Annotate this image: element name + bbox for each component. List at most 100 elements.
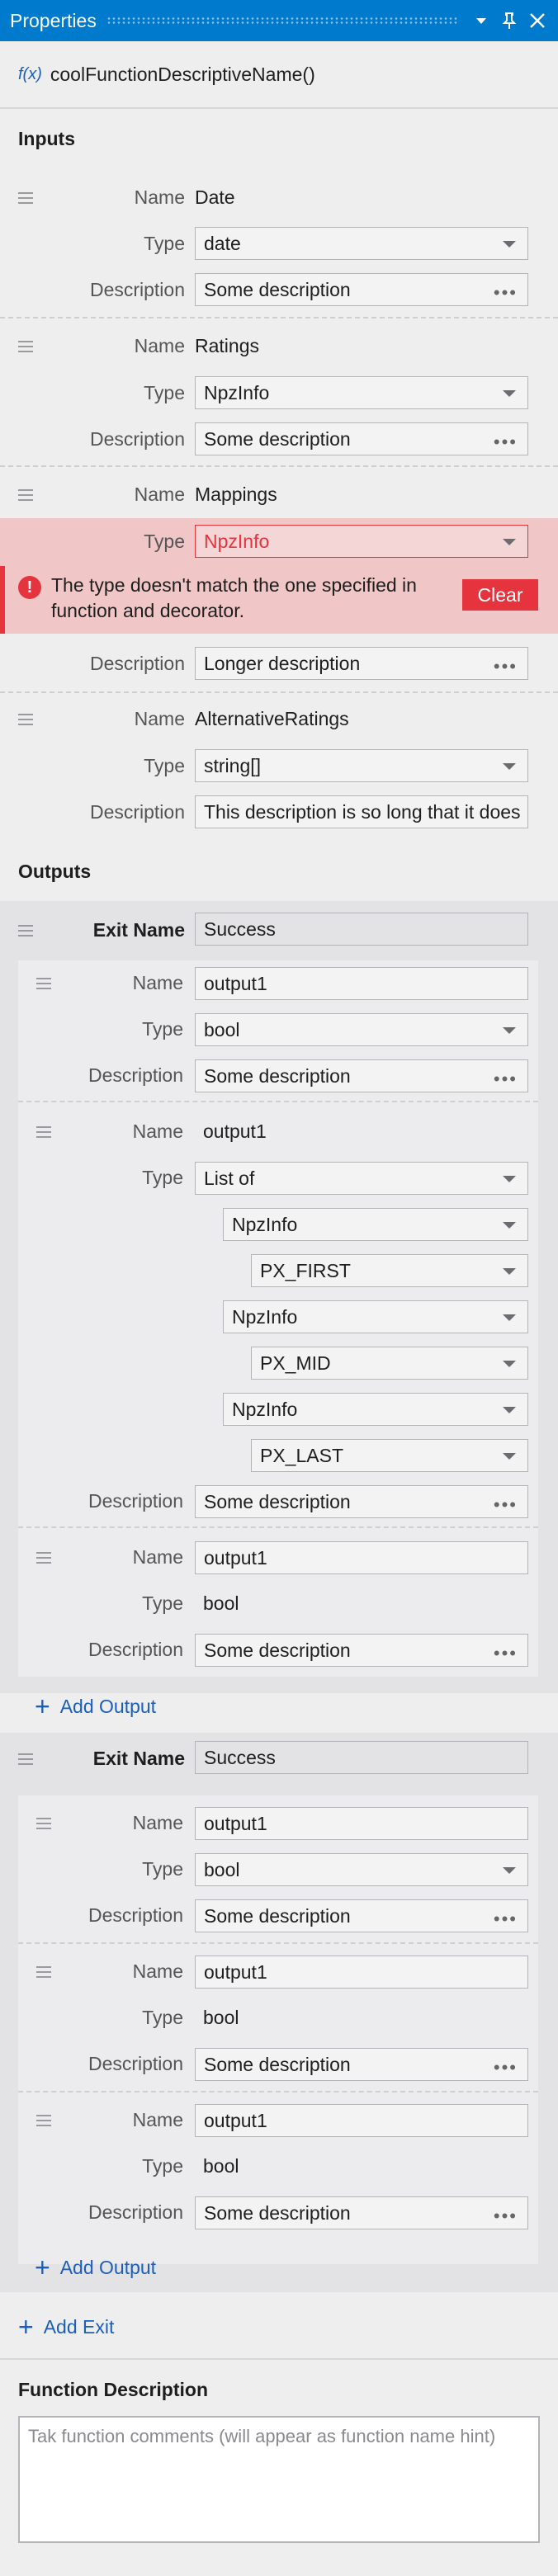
error-message: The type doesn't match the one specified… <box>51 574 417 621</box>
inputs-heading: Inputs <box>18 127 75 149</box>
function-description-textarea[interactable]: Tak function comments (will appear as fu… <box>18 2416 540 2543</box>
chevron-down-icon <box>503 1314 516 1321</box>
type-select-error[interactable]: NpzInfo <box>195 525 528 558</box>
plus-icon: + <box>35 2253 50 2282</box>
chevron-down-icon <box>503 763 516 770</box>
titlebar-grip[interactable] <box>106 17 457 25</box>
name-label: Name <box>132 1546 183 1568</box>
function-signature: f(x) coolFunctionDescriptiveName() <box>0 41 558 109</box>
exit-name-field[interactable]: Success <box>195 1741 528 1774</box>
output-name[interactable]: output1 <box>203 1121 267 1143</box>
drag-handle-icon[interactable] <box>36 1552 51 1564</box>
output-name-field[interactable]: output1 <box>195 967 528 1000</box>
description-field[interactable]: This description is so long that it does <box>195 795 528 828</box>
drag-handle-icon[interactable] <box>18 925 33 937</box>
input-name[interactable]: AlternativeRatings <box>195 708 349 730</box>
dropdown-arrow-icon[interactable] <box>467 7 495 35</box>
name-label: Name <box>134 186 185 208</box>
description-label: Description <box>87 1490 183 1512</box>
drag-handle-icon[interactable] <box>18 192 33 204</box>
drag-handle-icon[interactable] <box>18 1753 33 1765</box>
type-select[interactable]: NpzInfo <box>195 376 528 409</box>
description-field[interactable]: Some description ••• <box>195 1899 528 1932</box>
description-field[interactable]: Some description ••• <box>195 1634 528 1667</box>
plus-icon: + <box>18 2312 34 2342</box>
output-name-field[interactable]: output1 <box>195 1807 528 1840</box>
description-field[interactable]: Some description ••• <box>195 2196 528 2229</box>
type-select[interactable]: date <box>195 227 528 260</box>
output-type: bool <box>203 1592 239 1614</box>
more-icon[interactable]: ••• <box>494 1069 518 1090</box>
more-icon[interactable]: ••• <box>494 282 518 304</box>
more-icon[interactable]: ••• <box>494 2206 518 2227</box>
chevron-down-icon <box>503 539 516 545</box>
list-item-value-select[interactable]: PX_MID <box>251 1347 528 1380</box>
type-label: Type <box>144 382 185 403</box>
type-select[interactable]: List of <box>195 1162 528 1195</box>
name-label: Name <box>132 2109 183 2130</box>
drag-handle-icon[interactable] <box>36 978 51 989</box>
output-name-field[interactable]: output1 <box>195 1956 528 1989</box>
drag-handle-icon[interactable] <box>36 1966 51 1978</box>
add-exit-button[interactable]: + Add Exit <box>18 2310 114 2343</box>
plus-icon: + <box>35 1691 50 1721</box>
list-item-value-select[interactable]: PX_LAST <box>251 1439 528 1472</box>
description-field[interactable]: Some description ••• <box>195 2048 528 2081</box>
more-icon[interactable]: ••• <box>494 2057 518 2078</box>
exit-block: Exit Name Success Name output1 Type bool… <box>0 901 558 1693</box>
description-label: Description <box>87 1064 183 1086</box>
type-select[interactable]: bool <box>195 1853 528 1886</box>
more-icon[interactable]: ••• <box>494 1908 518 1930</box>
drag-handle-icon[interactable] <box>36 1126 51 1138</box>
output-name-field[interactable]: output1 <box>195 1541 528 1574</box>
more-icon[interactable]: ••• <box>494 1643 518 1664</box>
type-label: Type <box>144 755 185 776</box>
description-label: Description <box>89 279 185 300</box>
name-label: Name <box>134 335 185 356</box>
input-name[interactable]: Date <box>195 186 235 209</box>
description-label: Description <box>87 1639 183 1660</box>
function-name: coolFunctionDescriptiveName() <box>50 63 315 85</box>
function-icon: f(x) <box>18 64 42 83</box>
list-item-type-select[interactable]: NpzInfo <box>223 1300 528 1333</box>
chevron-down-icon <box>503 1453 516 1460</box>
name-label: Name <box>132 972 183 993</box>
clear-button[interactable]: Clear <box>462 579 538 611</box>
description-field[interactable]: Longer description ••• <box>195 647 528 680</box>
drag-handle-icon[interactable] <box>18 489 33 501</box>
pin-icon[interactable] <box>495 7 523 35</box>
add-output-button[interactable]: + Add Output <box>35 2251 156 2284</box>
drag-handle-icon[interactable] <box>18 714 33 725</box>
list-item-type-select[interactable]: NpzInfo <box>223 1393 528 1426</box>
output-type: bool <box>203 2007 239 2028</box>
close-icon[interactable] <box>523 7 551 35</box>
error-icon: ! <box>18 576 41 599</box>
drag-handle-icon[interactable] <box>36 1818 51 1829</box>
more-icon[interactable]: ••• <box>494 432 518 453</box>
exit-name-field[interactable]: Success <box>195 913 528 946</box>
input-name[interactable]: Ratings <box>195 335 259 357</box>
exit-outputs: Name output1 Type bool Description Some … <box>18 960 538 1677</box>
chevron-down-icon <box>503 1176 516 1182</box>
description-field[interactable]: Some description ••• <box>195 1485 528 1518</box>
type-select[interactable]: string[] <box>195 749 528 782</box>
type-select[interactable]: bool <box>195 1013 528 1046</box>
list-item-value-select[interactable]: PX_FIRST <box>251 1254 528 1287</box>
add-output-button[interactable]: + Add Output <box>35 1690 156 1723</box>
drag-handle-icon[interactable] <box>36 2115 51 2126</box>
description-field[interactable]: Some description ••• <box>195 1059 528 1092</box>
description-field[interactable]: Some description ••• <box>195 422 528 455</box>
more-icon[interactable]: ••• <box>494 656 518 677</box>
name-label: Name <box>132 1812 183 1833</box>
input-name[interactable]: Mappings <box>195 484 277 506</box>
properties-titlebar: Properties <box>0 0 558 41</box>
exit-block: Exit Name Success Name output1 Type bool… <box>0 1733 558 2292</box>
name-label: Name <box>134 708 185 729</box>
more-icon[interactable]: ••• <box>494 1494 518 1516</box>
properties-content: Inputs Name Date Type date Description S… <box>0 109 558 2576</box>
list-item-type-select[interactable]: NpzInfo <box>223 1208 528 1241</box>
drag-handle-icon[interactable] <box>18 341 33 352</box>
output-name-field[interactable]: output1 <box>195 2104 528 2137</box>
description-label: Description <box>87 1904 183 1926</box>
description-field[interactable]: Some description ••• <box>195 273 528 306</box>
